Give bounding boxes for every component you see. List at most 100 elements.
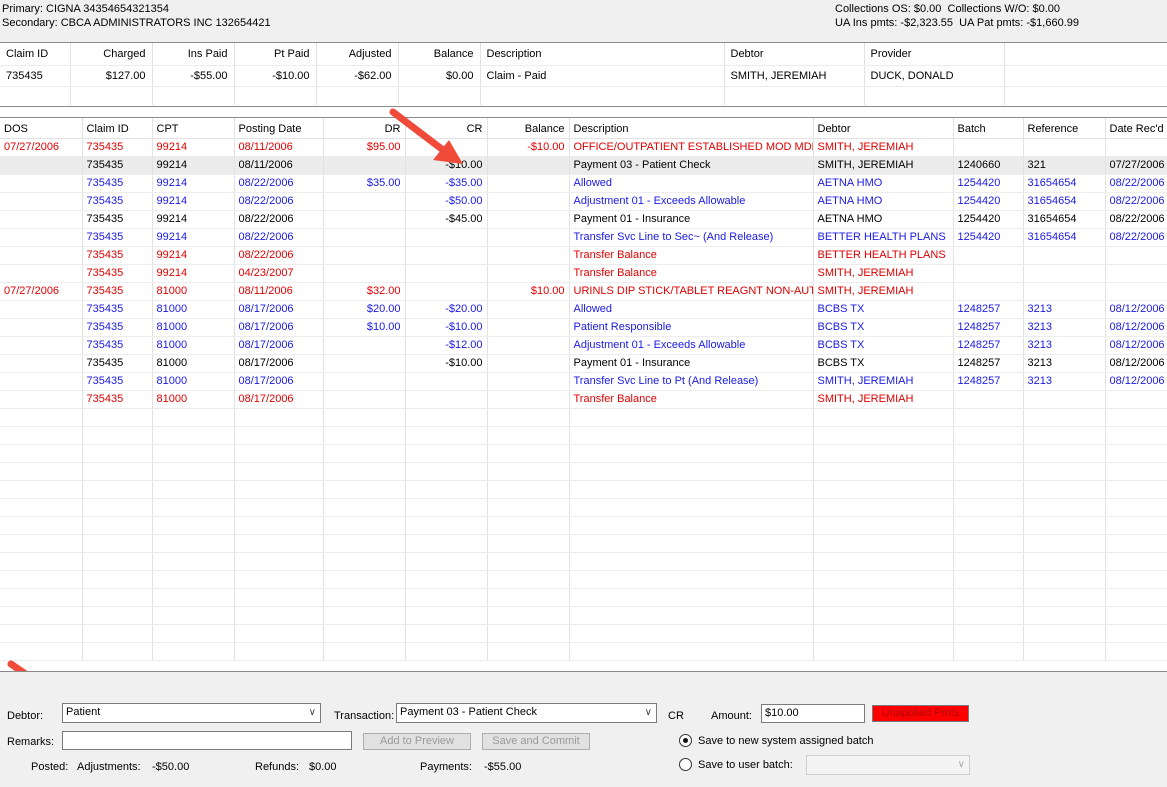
table-row[interactable]: 735435 99214 08/22/2006 -$45.00 Payment 01 -… [0, 210, 1167, 229]
empty-row [0, 462, 1167, 481]
remarks-input[interactable] [62, 731, 352, 750]
col-header[interactable]: Description [480, 43, 725, 66]
empty-cell [953, 480, 1024, 499]
empty-cell [0, 624, 83, 643]
table-row[interactable]: 07/27/2006 735435 81000 08/11/2006 $32.00 $10… [0, 282, 1167, 301]
cell-dr: $32.00 [323, 282, 406, 301]
empty-cell [1105, 444, 1167, 463]
table-row[interactable]: 735435 81000 08/17/2006 Transfer Svc Line t… [0, 372, 1167, 391]
save-and-commit-button[interactable]: Save and Commit [482, 733, 590, 750]
empty-cell [82, 642, 153, 661]
empty-cell [569, 642, 814, 661]
empty-cell [487, 642, 570, 661]
col-header-cpt[interactable]: CPT [152, 118, 235, 139]
col-header[interactable]: Provider [864, 43, 1005, 66]
table-row[interactable]: 735435 99214 04/23/2007 Transfer Balance SMI… [0, 264, 1167, 283]
empty-cell [1023, 408, 1106, 427]
empty-cell [569, 624, 814, 643]
debtor-select[interactable]: Patient ∨ [62, 703, 321, 723]
empty-cell [82, 462, 153, 481]
user-batch-select[interactable]: ∨ [806, 755, 970, 775]
cell-cr [405, 246, 488, 265]
empty-cell [1105, 570, 1167, 589]
col-header-debtor[interactable]: Debtor [813, 118, 954, 139]
cell-batch [953, 246, 1024, 265]
cell-reference: 3213 [1023, 300, 1106, 319]
radio-new-batch-label[interactable]: Save to new system assigned batch [698, 735, 873, 747]
radio-new-batch[interactable] [679, 734, 692, 747]
empty-cell [82, 606, 153, 625]
claim-cell: -$62.00 [316, 65, 399, 87]
table-row[interactable]: 735435 99214 08/22/2006 $35.00 -$35.00 Allowe… [0, 174, 1167, 193]
col-header-dos[interactable]: DOS [0, 118, 83, 139]
claim-summary-table: Claim ID Charged Ins Paid Pt Paid Adjust… [0, 42, 1167, 106]
cell-cpt: 81000 [152, 300, 235, 319]
col-header[interactable]: Adjusted [316, 43, 399, 66]
col-header[interactable]: Balance [398, 43, 481, 66]
col-header-description[interactable]: Description [569, 118, 814, 139]
cell-posting-date: 08/17/2006 [234, 318, 324, 337]
table-row[interactable]: 735435 99214 08/22/2006 Transfer Svc Line t… [0, 228, 1167, 247]
table-row[interactable]: 07/27/2006 735435 99214 08/11/2006 $95.00 -$1… [0, 138, 1167, 157]
empty-row [0, 606, 1167, 625]
col-header[interactable]: Pt Paid [234, 43, 317, 66]
table-row[interactable]: 735435 99214 08/11/2006 -$10.00 Payment 03 -… [0, 156, 1167, 175]
cell-balance [487, 246, 570, 265]
col-header[interactable]: Charged [70, 43, 153, 66]
empty-cell [152, 642, 235, 661]
empty-row [0, 570, 1167, 589]
table-row[interactable]: 735435 81000 08/17/2006 $10.00 -$10.00 Patien… [0, 318, 1167, 337]
adjustments-value: -$50.00 [152, 761, 190, 773]
col-header[interactable]: Ins Paid [152, 43, 235, 66]
radio-user-batch[interactable] [679, 758, 692, 771]
empty-cell [1105, 426, 1167, 445]
cell-date-recd: 08/12/2006 [1105, 372, 1167, 391]
empty-cell [323, 426, 406, 445]
add-to-preview-button[interactable]: Add to Preview [363, 733, 471, 750]
cell-batch: 1248257 [953, 318, 1024, 337]
cell-cpt: 81000 [152, 372, 235, 391]
cell-cr [405, 390, 488, 409]
table-row[interactable]: 735435 81000 08/17/2006 Transfer Balance SMI… [0, 390, 1167, 409]
cell-debtor: BCBS TX [813, 300, 954, 319]
empty-cell [487, 408, 570, 427]
amount-input[interactable]: $10.00 [761, 704, 865, 723]
chevron-down-icon: ∨ [308, 707, 316, 718]
empty-cell [1105, 498, 1167, 517]
col-header[interactable]: Claim ID [0, 43, 71, 66]
col-header-claim-id[interactable]: Claim ID [82, 118, 153, 139]
col-header-date-recd[interactable]: Date Rec'd [1105, 118, 1167, 139]
cell-claim-id: 735435 [82, 228, 153, 247]
cell-dos [0, 264, 83, 283]
table-row[interactable]: 735435 81000 08/17/2006 $20.00 -$20.00 Allowe… [0, 300, 1167, 319]
table-row[interactable]: 735435 99214 08/22/2006 -$50.00 Adjustment 0… [0, 192, 1167, 211]
claim-row[interactable]: 735435 $127.00 -$55.00 -$10.00 -$62.00 $… [0, 65, 1167, 87]
cell-reference: 31654654 [1023, 210, 1106, 229]
col-header-reference[interactable]: Reference [1023, 118, 1106, 139]
col-header-posting-date[interactable]: Posting Date [234, 118, 324, 139]
cell-debtor: SMITH, JEREMIAH [813, 156, 954, 175]
empty-cell [323, 480, 406, 499]
claim-header-row: Claim ID Charged Ins Paid Pt Paid Adjust… [0, 43, 1167, 66]
empty-cell [323, 570, 406, 589]
cell-cr [405, 372, 488, 391]
table-row[interactable]: 735435 81000 08/17/2006 -$10.00 Payment 01 -… [0, 354, 1167, 373]
table-row[interactable]: 735435 99214 08/22/2006 Transfer Balance BET… [0, 246, 1167, 265]
col-header[interactable]: Debtor [724, 43, 865, 66]
empty-cell [953, 588, 1024, 607]
empty-cell [152, 552, 235, 571]
table-row[interactable]: 735435 81000 08/17/2006 -$12.00 Adjustment 0… [0, 336, 1167, 355]
empty-row [0, 624, 1167, 643]
empty-cell [323, 624, 406, 643]
radio-user-batch-label[interactable]: Save to user batch: [698, 759, 793, 771]
empty-cell [323, 606, 406, 625]
cell-cpt: 81000 [152, 318, 235, 337]
splitter[interactable] [0, 106, 1167, 118]
col-header-batch[interactable]: Batch [953, 118, 1024, 139]
empty-cell [487, 426, 570, 445]
col-header-balance[interactable]: Balance [487, 118, 570, 139]
cell-dr [323, 390, 406, 409]
transaction-select[interactable]: Payment 03 - Patient Check ∨ [396, 703, 657, 723]
cell-reference: 31654654 [1023, 228, 1106, 247]
unapplied-pmts-button[interactable]: Unapplied Pmts [872, 705, 969, 722]
